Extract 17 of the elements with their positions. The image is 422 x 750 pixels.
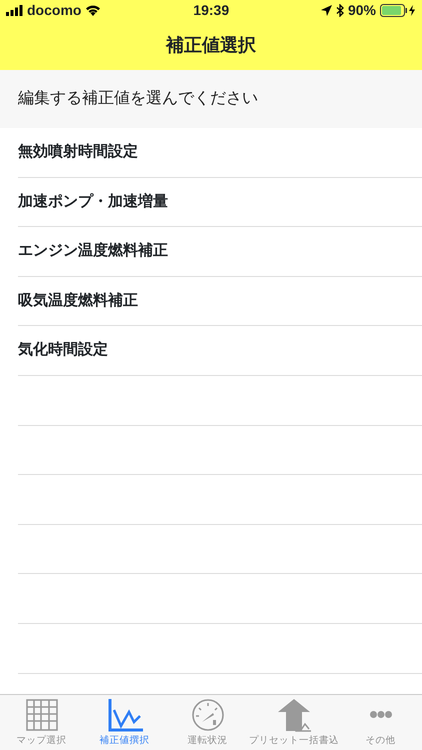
list-item[interactable]: エンジン温度燃料補正 <box>18 227 422 277</box>
section-header: 編集する補正値を選んでください <box>0 70 422 128</box>
list-item[interactable]: 吸気温度燃料補正 <box>18 276 422 326</box>
tab-button[interactable]: 補正値撰択 <box>83 695 166 750</box>
list-item[interactable]: 加速ポンプ・加速増量 <box>18 178 422 228</box>
battery-percent: 90% <box>348 0 376 20</box>
carrier-name: docomo <box>27 0 82 20</box>
nav-title: 補正値選択 <box>164 34 257 56</box>
list-item[interactable]: 気化時間設定 <box>18 326 422 376</box>
list-item[interactable]: 無効噴射時間設定 <box>18 128 422 178</box>
bluetooth-icon <box>336 4 344 16</box>
signal-icon <box>6 4 23 16</box>
location-arrow-icon <box>320 4 332 16</box>
battery-icon <box>380 4 416 16</box>
wifi-icon <box>85 4 102 16</box>
clock: 19:39 <box>192 0 230 20</box>
more-icon <box>370 710 392 718</box>
